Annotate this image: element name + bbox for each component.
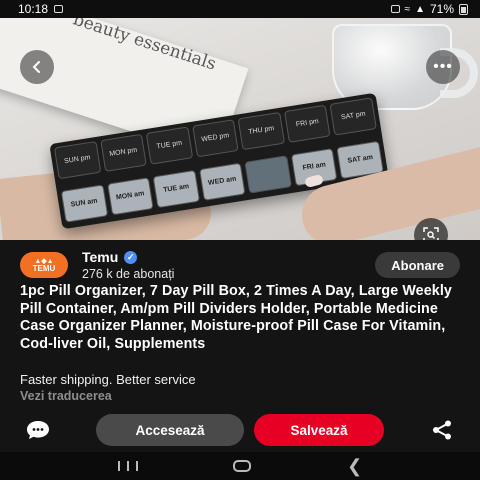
avatar-text: TEMU (32, 263, 56, 273)
recent-apps-icon-bar (126, 461, 129, 471)
more-icon: ••• (433, 58, 453, 75)
recent-apps-icon (117, 461, 120, 471)
share-icon (433, 420, 451, 440)
back-icon (32, 61, 40, 73)
recent-apps-button[interactable] (117, 461, 138, 471)
battery-percent: 71% (429, 2, 454, 16)
gallery-notification-icon (54, 5, 64, 13)
pm-compartment: THU pm (237, 111, 285, 151)
more-options-button[interactable]: ••• (426, 50, 460, 84)
lens-search-icon (423, 227, 439, 240)
pm-compartment: TUE pm (145, 126, 193, 165)
alarm-icon (390, 5, 400, 13)
share-button[interactable] (430, 418, 454, 442)
action-bar: Accesează Salvează (0, 410, 480, 450)
recent-apps-icon-bar (135, 461, 138, 471)
am-compartment-open (244, 155, 292, 194)
status-time: 10:18 (18, 2, 49, 16)
am-compartment: SUN am (60, 184, 108, 223)
back-button[interactable] (20, 50, 54, 84)
home-button[interactable] (233, 460, 252, 472)
pin-subtitle: Faster shipping. Better service (20, 372, 196, 387)
pm-compartment: WED pm (191, 119, 239, 158)
follower-count: 276 k de abonați (82, 267, 175, 281)
pm-compartment: FRI pm (283, 104, 331, 143)
battery-icon (459, 3, 468, 15)
subscribe-button[interactable]: Abonare (375, 252, 460, 278)
am-compartment: WED am (198, 162, 246, 201)
product-image[interactable]: beauty essentials SUN pm MON pm TUE pm W… (0, 18, 480, 240)
pin-title: 1pc Pill Organizer, 7 Day Pill Box, 2 Ti… (20, 283, 452, 352)
am-compartment: MON am (106, 177, 154, 216)
wifi-icon: ≈ (404, 3, 411, 15)
avatar[interactable]: ▲◆▲ TEMU (20, 252, 68, 278)
am-compartment: TUE am (152, 169, 200, 209)
system-nav-bar: ❮ (0, 452, 480, 480)
creator-name[interactable]: Temu (82, 249, 118, 265)
signal-icon: ▲ (415, 3, 425, 15)
visual-search-button[interactable] (414, 218, 448, 240)
pm-compartment: SUN pm (53, 141, 101, 180)
visit-button[interactable]: Accesează (96, 414, 244, 446)
comment-icon (27, 421, 49, 439)
creator-row: ▲◆▲ TEMU Temu ✓ 276 k de abonați Abonare (20, 248, 460, 282)
translate-link[interactable]: Vezi traducerea (20, 389, 112, 403)
save-button[interactable]: Salvează (254, 414, 384, 446)
pm-compartment: SAT pm (329, 97, 377, 136)
pm-compartment: MON pm (99, 133, 147, 172)
system-back-button[interactable]: ❮ (347, 456, 362, 477)
chevron-left-icon: ❮ (347, 455, 363, 476)
comment-button[interactable] (24, 418, 52, 442)
verified-icon: ✓ (124, 250, 138, 264)
status-bar: 10:18 ≈ ▲ 71% (0, 0, 480, 18)
